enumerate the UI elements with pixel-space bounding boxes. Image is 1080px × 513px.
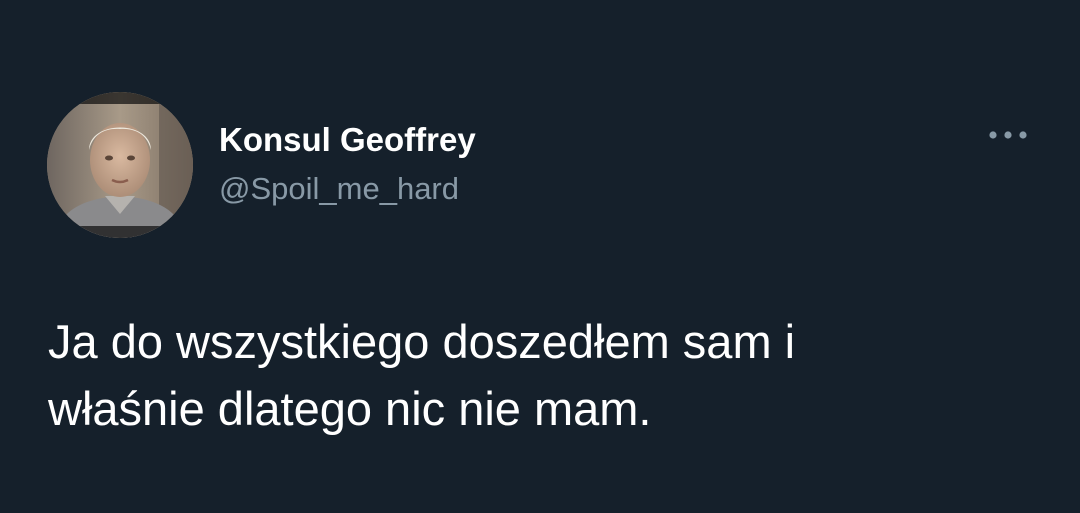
more-options-icon bbox=[989, 131, 1027, 139]
tweet-card: Konsul Geoffrey @Spoil_me_hard Ja do wsz… bbox=[0, 0, 1080, 513]
author-handle[interactable]: @Spoil_me_hard bbox=[219, 170, 459, 208]
avatar-photo bbox=[47, 92, 193, 238]
tweet-text-line: Ja do wszystkiego doszedłem sam i bbox=[48, 315, 796, 368]
tweet-text: Ja do wszystkiego doszedłem sam i właśni… bbox=[48, 308, 1038, 442]
author-display-name[interactable]: Konsul Geoffrey bbox=[219, 120, 476, 160]
tweet-text-line: właśnie dlatego nic nie mam. bbox=[48, 382, 652, 435]
avatar[interactable] bbox=[47, 92, 193, 238]
more-options-button[interactable] bbox=[980, 120, 1036, 150]
